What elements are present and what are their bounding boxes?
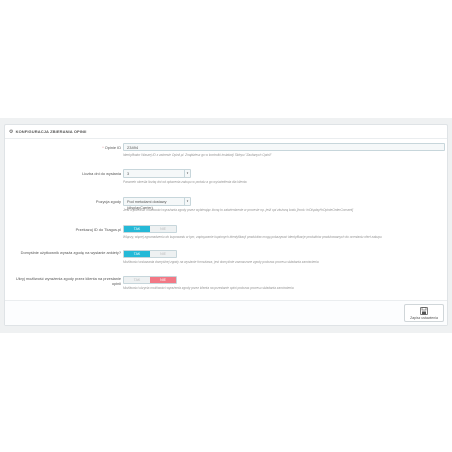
allow-consent-switch[interactable]: TAK NIE bbox=[123, 276, 177, 284]
switch-no-option[interactable]: NIE bbox=[150, 251, 176, 257]
merchant-id-input[interactable]: 23494 bbox=[123, 143, 445, 151]
product-vat-label: Przekazuj ID do Tkagus.pl bbox=[75, 227, 121, 232]
switch-yes-option[interactable]: TAK bbox=[124, 226, 150, 232]
chevron-down-icon: ▾ bbox=[184, 198, 190, 205]
consent-position-help: Jeśli wybieraszt możliwości wyrażania zg… bbox=[123, 208, 354, 212]
save-button-label: Zapisz ustawienia bbox=[410, 315, 438, 320]
confirm-usage-field-col: TAK NIE Możliwości wskazania domyślnej z… bbox=[123, 250, 319, 264]
gear-icon: ⚙ bbox=[9, 128, 14, 135]
config-panel: ⚙ Konfiguracja zbierania opinii *Opinie … bbox=[4, 124, 448, 326]
chevron-down-icon: ▾ bbox=[184, 170, 190, 177]
consent-position-select[interactable]: Pod metodami dostawy (displayCarrier) ▾ bbox=[123, 197, 191, 210]
panel-footer: Zapisz ustawienia bbox=[5, 300, 447, 325]
product-vat-field-col: TAK NIE Włączy, więcej zgromadzeniu do k… bbox=[123, 225, 382, 239]
save-button[interactable]: Zapisz ustawienia bbox=[404, 304, 444, 322]
switch-no-option[interactable]: NIE bbox=[150, 277, 176, 283]
allow-consent-label: Ukryj możliwość wyrażenia zgody przez kl… bbox=[15, 276, 121, 286]
days-to-ship-help: Parametr określa liczbę dni od opłacenia… bbox=[123, 180, 247, 184]
floppy-disk-icon bbox=[420, 306, 428, 315]
required-marker: * bbox=[102, 145, 104, 150]
merchant-id-label: *Opinie ID bbox=[102, 145, 121, 150]
allow-consent-field-col: TAK NIE Możliwości ukrycia możliwości wy… bbox=[123, 276, 294, 290]
confirm-usage-label: Domyślnie użytkownik wyraża zgodę na wys… bbox=[20, 250, 121, 255]
panel-heading: ⚙ Konfiguracja zbierania opinii bbox=[5, 125, 447, 139]
panel-title: Konfiguracja zbierania opinii bbox=[15, 129, 87, 134]
days-to-ship-field-col: 3 ▾ Parametr określa liczbę dni od opłac… bbox=[123, 169, 247, 184]
switch-yes-option[interactable]: TAK bbox=[124, 251, 150, 257]
consent-position-label: Pozycja zgody bbox=[95, 199, 121, 204]
merchant-id-help: Identyfikator Waszej ID z zakresie Opini… bbox=[123, 153, 272, 157]
switch-no-option[interactable]: NIE bbox=[150, 226, 176, 232]
days-to-ship-select[interactable]: 3 ▾ bbox=[123, 169, 191, 178]
days-to-ship-label: Liczba dni do wysłania bbox=[82, 171, 121, 176]
confirm-usage-help: Możliwości wskazania domyślnej zgody na … bbox=[123, 260, 319, 264]
consent-position-field-col: Pod metodami dostawy (displayCarrier) ▾ … bbox=[123, 197, 353, 212]
product-vat-switch[interactable]: TAK NIE bbox=[123, 225, 177, 233]
allow-consent-help: Możliwości ukrycia możliwości wyrażenia … bbox=[123, 286, 294, 290]
merchant-id-field-col: 23494 Identyfikator Waszej ID z zakresie… bbox=[123, 143, 445, 157]
confirm-usage-switch[interactable]: TAK NIE bbox=[123, 250, 177, 258]
switch-yes-option[interactable]: TAK bbox=[124, 277, 150, 283]
days-to-ship-value: 3 bbox=[127, 172, 130, 176]
product-vat-help: Włączy, więcej zgromadzeniu do kupowaniu… bbox=[123, 235, 382, 239]
